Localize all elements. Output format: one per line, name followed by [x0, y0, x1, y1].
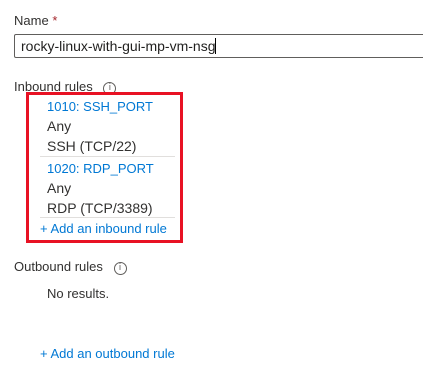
rule-service: RDP (TCP/3389) — [47, 200, 153, 216]
rule-source: Any — [47, 180, 72, 196]
add-inbound-rule-link[interactable]: + Add an inbound rule — [40, 221, 167, 236]
text-caret — [215, 38, 217, 54]
add-outbound-rule-link[interactable]: + Add an outbound rule — [40, 346, 175, 361]
outbound-rules-label: Outbound rules i — [14, 259, 127, 275]
rule-name-link[interactable]: 1020: RDP_PORT — [47, 161, 154, 176]
name-input[interactable]: rocky-linux-with-gui-mp-vm-nsg — [14, 34, 423, 58]
rule-divider — [40, 156, 175, 157]
required-marker: * — [52, 13, 58, 28]
info-icon[interactable]: i — [113, 262, 127, 275]
rule-name-link[interactable]: 1010: SSH_PORT — [47, 99, 153, 114]
name-label: Name * — [14, 13, 57, 28]
rule-source: Any — [47, 118, 72, 134]
name-input-value: rocky-linux-with-gui-mp-vm-nsg — [21, 38, 216, 54]
inbound-rule-ssh: 1010: SSH_PORT Any SSH (TCP/22) — [47, 99, 153, 154]
outbound-rules-label-text: Outbound rules — [14, 259, 103, 274]
rule-divider — [40, 217, 175, 218]
rule-service: SSH (TCP/22) — [47, 138, 137, 154]
name-label-text: Name — [14, 13, 49, 28]
no-results-text: No results. — [47, 286, 110, 301]
inbound-rule-rdp: 1020: RDP_PORT Any RDP (TCP/3389) — [47, 161, 154, 216]
